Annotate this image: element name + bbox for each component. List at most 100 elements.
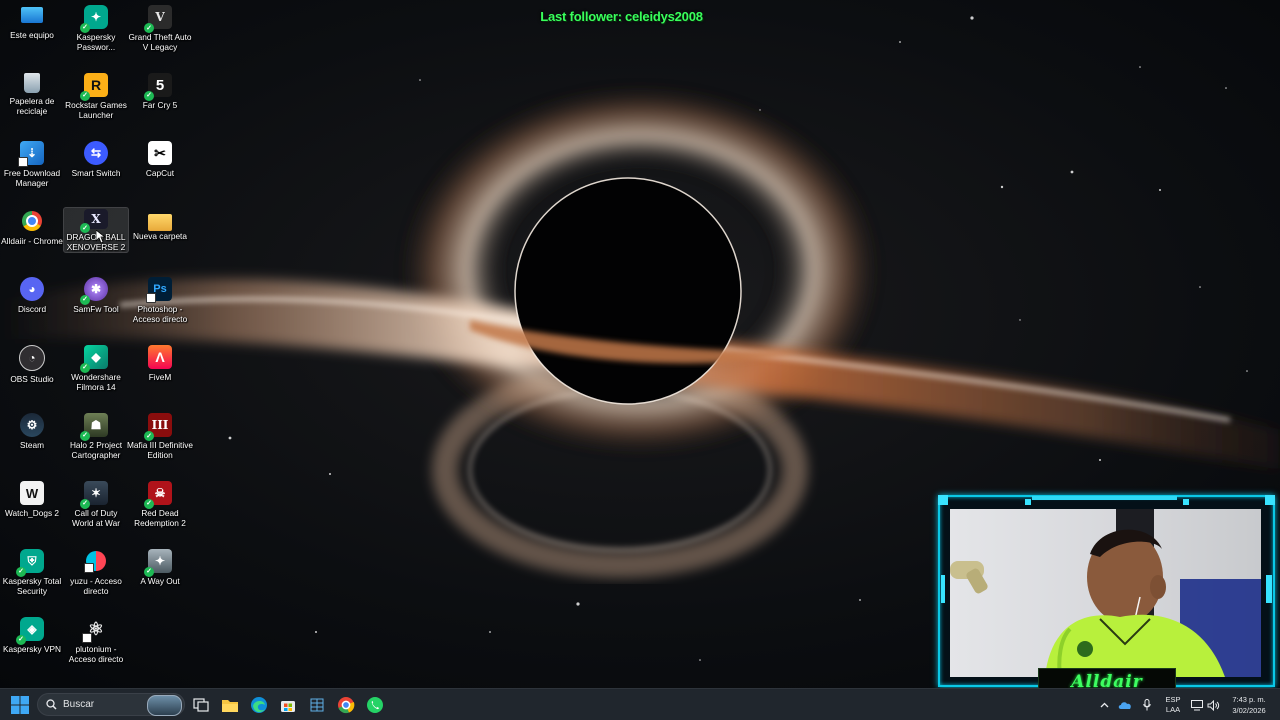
desktop-icon-label: Far Cry 5 (142, 100, 178, 110)
taskbar-chrome[interactable] (335, 694, 357, 716)
desktop-icon-label: SamFw Tool (73, 304, 119, 314)
desktop-icon-fivem[interactable]: Λ FiveM (128, 340, 192, 406)
desktop-icon-discord[interactable]: ◕ Discord (0, 272, 64, 338)
taskbar-file-explorer[interactable] (219, 694, 241, 716)
kaspersky-password-icon: ✦ (80, 5, 108, 33)
taskbar-store[interactable] (277, 694, 299, 716)
taskbar-search-box[interactable]: Buscar (37, 693, 185, 716)
smart-switch-icon: ⇆ (84, 141, 108, 165)
desktop-icon-yuzu[interactable]: yuzu - Acceso directo (64, 544, 128, 610)
desktop-icon-halo2[interactable]: ☗ Halo 2 Project Cartographer (64, 408, 128, 474)
desktop-icon-label: Free Download Manager (3, 168, 61, 188)
fivem-icon: Λ (148, 345, 172, 369)
language-line-2: LAA (1165, 705, 1181, 714)
desktop-icon-label: Halo 2 Project Cartographer (69, 440, 123, 460)
desktop-icon-samfw[interactable]: ✱ SamFw Tool (64, 272, 128, 338)
desktop-icon-a-way-out[interactable]: ✦ A Way Out (128, 544, 192, 610)
photoshop-icon: Ps (146, 277, 172, 303)
desktop-icon-smart-switch[interactable]: ⇆ Smart Switch (64, 136, 128, 202)
gta-icon: V (144, 5, 172, 33)
webcam-frame-accent (1266, 575, 1272, 603)
desktop-icon-papelera[interactable]: Papelera de reciclaje (0, 68, 64, 134)
webcam-frame-accent (941, 575, 945, 603)
desktop-icon-nueva-carpeta[interactable]: Nueva carpeta (128, 204, 192, 270)
search-highlight-image (147, 695, 182, 716)
desktop-icon-chrome-profile[interactable]: Alldaiir - Chrome (0, 204, 64, 270)
clock-time: 7:43 p. m. (1232, 695, 1266, 704)
desktop-icon-label: FiveM (148, 372, 172, 382)
taskbar-sheets-app[interactable] (306, 694, 328, 716)
halo-icon: ☗ (80, 413, 108, 441)
cod-icon: ✶ (80, 481, 108, 509)
chrome-icon (22, 211, 42, 231)
store-icon (281, 701, 295, 712)
desktop-icon-label: Kaspersky Total Security (2, 576, 62, 596)
filmora-icon: ◆ (80, 345, 108, 373)
capcut-icon: ✂ (148, 141, 172, 165)
streamer-video-image (950, 509, 1261, 677)
language-indicator[interactable]: ESP LAA (1163, 695, 1183, 715)
desktop-icon-este-equipo[interactable]: Este equipo (0, 0, 64, 66)
desktop-icon-label: A Way Out (140, 576, 180, 586)
task-view-button[interactable] (190, 694, 212, 716)
webcam-frame-corner (1265, 495, 1275, 505)
desktop-icon-label: Smart Switch (71, 168, 121, 178)
dragonball-icon: X (80, 209, 108, 233)
desktop-icon-label: Kaspersky VPN (2, 644, 62, 654)
tray-overflow-chevron-icon[interactable] (1097, 698, 1111, 712)
task-view-icon (193, 698, 209, 712)
taskbar-clock[interactable]: 7:43 p. m. 3/02/2026 (1224, 694, 1274, 716)
desktop-icon-rdr2[interactable]: ☠ Red Dead Redemption 2 (128, 476, 192, 542)
follower-label: Last follower: (540, 9, 622, 24)
file-explorer-icon (222, 699, 238, 712)
desktop-icon-label: Kaspersky Passwor... (76, 32, 116, 52)
desktop-icon-label: Red Dead Redemption 2 (134, 508, 186, 528)
webcam-feed (950, 509, 1261, 677)
rdr2-icon: ☠ (144, 481, 172, 509)
desktop-icon-label: Papelera de reciclaje (9, 96, 55, 116)
tray-microphone-icon[interactable] (1140, 698, 1154, 712)
desktop-icon-label: Este equipo (10, 30, 54, 40)
desktop-icon-kaspersky-vpn[interactable]: ◈ Kaspersky VPN (0, 612, 64, 678)
desktop-icon-label: Steam (20, 440, 44, 450)
folder-icon (148, 214, 172, 231)
desktop-icon-label: plutonium - Acceso directo (68, 644, 124, 664)
tray-onedrive-icon[interactable] (1118, 698, 1132, 712)
desktop-icon-gta-v[interactable]: V Grand Theft Auto V Legacy (128, 0, 192, 66)
computer-icon (21, 7, 43, 23)
desktop-icon-label: Wondershare Filmora 14 (71, 372, 121, 392)
desktop-icon-fdm[interactable]: ⇣ Free Download Manager (0, 136, 64, 202)
desktop-icon-filmora[interactable]: ◆ Wondershare Filmora 14 (64, 340, 128, 406)
chrome-icon (338, 697, 355, 714)
desktop-icon-plutonium[interactable]: ⚛ plutonium - Acceso directo (64, 612, 128, 678)
desktop-icon-kaspersky-password[interactable]: ✦ Kaspersky Passwor... (64, 0, 128, 66)
desktop-icon-rockstar[interactable]: R Rockstar Games Launcher (64, 68, 128, 134)
download-manager-icon: ⇣ (18, 141, 44, 167)
desktop-icon-photoshop[interactable]: Ps Photoshop - Acceso directo (128, 272, 192, 338)
desktop-icon-watchdogs2[interactable]: W Watch_Dogs 2 (0, 476, 64, 542)
desktop-icon-steam[interactable]: ⚙ Steam (0, 408, 64, 474)
taskbar-edge[interactable] (248, 694, 270, 716)
language-line-1: ESP (1165, 695, 1181, 704)
windows-start-button[interactable] (10, 695, 30, 715)
watchdogs-icon: W (20, 481, 44, 505)
taskbar-whatsapp[interactable] (364, 694, 386, 716)
desktop-icon-mafia3[interactable]: III Mafia III Definitive Edition (127, 408, 193, 474)
webcam-frame-accent (1025, 499, 1031, 505)
desktop-icon-label: Discord (17, 304, 47, 314)
sheets-app-icon (310, 698, 324, 712)
mafia-icon: III (144, 413, 172, 441)
samfw-icon: ✱ (80, 277, 108, 305)
desktop-icon-cod-waw[interactable]: ✶ Call of Duty World at War (64, 476, 128, 542)
desktop-icon-label: Call of Duty World at War (72, 508, 120, 528)
clock-date: 3/02/2026 (1232, 706, 1266, 715)
desktop-icon-far-cry-5[interactable]: 5 Far Cry 5 (128, 68, 192, 134)
desktop-icon-label: Watch_Dogs 2 (4, 508, 60, 518)
tray-volume-icon[interactable] (1206, 698, 1220, 712)
tray-network-icon[interactable] (1190, 698, 1204, 712)
desktop-icon-label: Mafia III Definitive Edition (127, 440, 193, 460)
webcam-frame-corner (938, 495, 948, 505)
desktop-icon-obs[interactable]: ◔ OBS Studio (0, 340, 64, 406)
desktop-icon-kaspersky-total[interactable]: ⛨ Kaspersky Total Security (0, 544, 64, 610)
desktop-icon-capcut[interactable]: ✂ CapCut (128, 136, 192, 202)
